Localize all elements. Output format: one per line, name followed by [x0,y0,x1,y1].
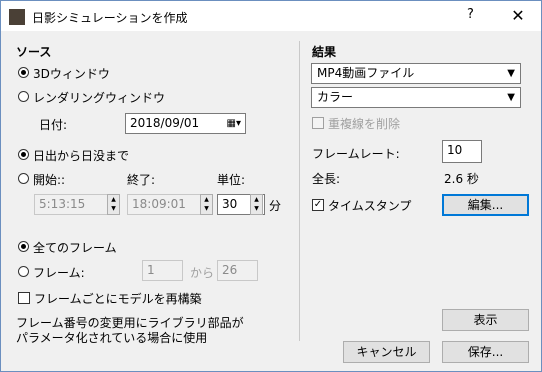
radio-all-frames[interactable] [18,241,29,252]
radio-sunrise-sunset[interactable] [18,149,29,160]
radio-render-window-label[interactable]: レンダリングウィンドウ [33,89,165,106]
radio-3d-window[interactable] [18,67,29,78]
rebuild-model-label[interactable]: フレームごとにモデルを再構築 [34,290,202,307]
frame-from-field[interactable]: 1 [142,260,183,281]
result-heading: 結果 [312,45,337,59]
app-icon [9,9,25,25]
note-line-2: パラメータ化されている場合に使用 [16,331,208,345]
timestamp-label[interactable]: タイムスタンプ [328,197,411,214]
frame-to-field[interactable]: 26 [217,260,258,281]
timestamp-checkbox[interactable]: ✓ [312,199,324,211]
total-length-value: 2.6 秒 [444,172,479,186]
radio-start[interactable] [18,173,29,184]
date-field[interactable]: 2018/09/01 ▦▾ [125,113,246,134]
rebuild-model-checkbox[interactable] [18,292,30,304]
title-bar: 日影シミュレーションを作成 ? ✕ [1,1,541,31]
frame-rate-label: フレームレート: [312,147,400,161]
spinner-up-icon[interactable]: ▲ [108,195,119,204]
edit-button[interactable]: 編集... [442,194,529,216]
window-title: 日影シミュレーションを作成 [32,11,188,25]
total-length-label: 全長: [312,172,341,186]
date-value: 2018/09/01 [130,116,200,130]
radio-3d-window-label[interactable]: 3Dウィンドウ [33,65,110,82]
remove-duplicate-lines-label[interactable]: 重複線を削除 [328,115,400,132]
remove-duplicate-lines-checkbox[interactable] [312,117,324,129]
spinner-down-icon[interactable]: ▼ [201,204,212,213]
source-heading: ソース [16,45,52,59]
dialog-window: 日影シミュレーションを作成 ? ✕ ソース 3Dウィンドウ レンダリングウィンド… [0,0,542,372]
color-mode-select[interactable]: カラー ▼ [311,87,521,108]
radio-render-window[interactable] [18,91,29,102]
save-button[interactable]: 保存... [442,341,529,363]
spinner-up-icon[interactable]: ▲ [201,195,212,204]
end-time-spinner[interactable]: ▲ ▼ [200,194,213,215]
start-time-spinner[interactable]: ▲ ▼ [107,194,120,215]
calendar-dropdown-icon[interactable]: ▦▾ [227,117,241,130]
end-label: 終了: [127,173,156,187]
help-icon[interactable]: ? [467,7,474,22]
radio-sunrise-sunset-label[interactable]: 日出から日没まで [33,147,129,164]
frame-rate-field[interactable]: 10 [442,140,482,163]
unit-suffix: 分 [269,199,282,213]
radio-all-frames-label[interactable]: 全てのフレーム [33,239,117,256]
close-icon[interactable]: ✕ [501,3,535,29]
show-button[interactable]: 表示 [442,309,529,331]
chevron-down-icon: ▼ [507,68,515,79]
radio-start-label[interactable]: 開始:: [33,171,65,188]
unit-spinner[interactable]: ▲ ▼ [250,194,263,215]
section-divider [299,41,300,341]
output-format-select[interactable]: MP4動画ファイル ▼ [311,63,521,84]
spinner-up-icon[interactable]: ▲ [251,195,262,204]
date-label: 日付: [39,118,68,132]
unit-label: 単位: [217,173,246,187]
cancel-button[interactable]: キャンセル [343,341,430,363]
spinner-down-icon[interactable]: ▼ [251,204,262,213]
spinner-down-icon[interactable]: ▼ [108,204,119,213]
chevron-down-icon: ▼ [507,92,515,103]
radio-frame-range[interactable] [18,266,29,277]
from-label: から [190,266,215,280]
radio-frame-range-label[interactable]: フレーム: [33,264,85,281]
